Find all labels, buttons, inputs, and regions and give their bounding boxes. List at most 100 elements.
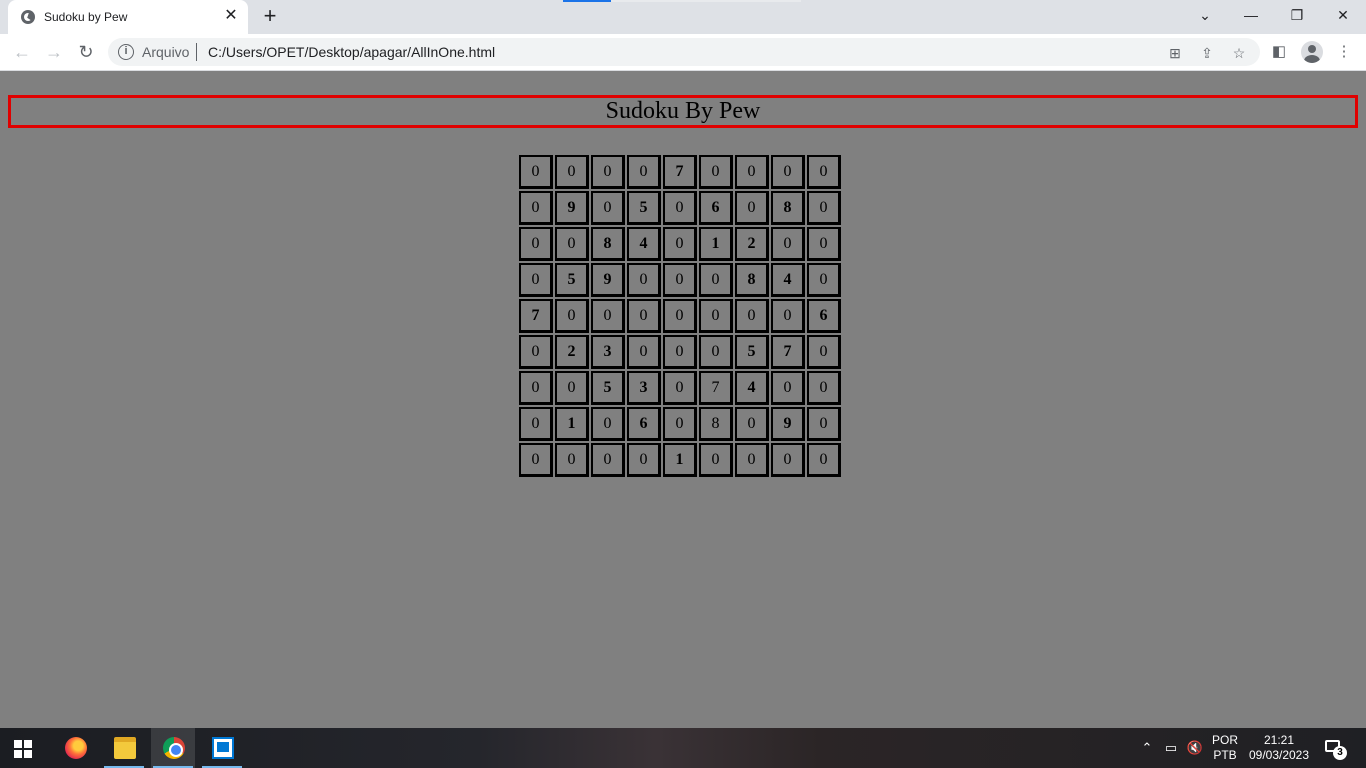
sudoku-cell[interactable]: 0	[627, 335, 661, 369]
sudoku-cell[interactable]: 1	[699, 227, 733, 261]
sudoku-cell[interactable]: 0	[663, 263, 697, 297]
sudoku-cell[interactable]: 0	[591, 299, 625, 333]
sudoku-cell[interactable]: 0	[735, 407, 769, 441]
sudoku-cell[interactable]: 0	[663, 227, 697, 261]
sudoku-cell[interactable]: 0	[771, 299, 805, 333]
sudoku-cell[interactable]: 1	[555, 407, 589, 441]
sudoku-cell[interactable]: 6	[627, 407, 661, 441]
sudoku-cell[interactable]: 7	[663, 155, 697, 189]
back-arrow-icon[interactable]: ←	[10, 40, 34, 64]
tab-search-icon[interactable]: ⌄	[1190, 2, 1220, 30]
sudoku-cell[interactable]: 8	[771, 191, 805, 225]
more-menu-icon[interactable]: ⋮	[1333, 41, 1355, 63]
network-icon[interactable]: ▭	[1162, 739, 1180, 757]
tab-close-icon[interactable]: ✕	[222, 7, 240, 25]
sudoku-cell[interactable]: 9	[771, 407, 805, 441]
sudoku-cell[interactable]: 0	[555, 371, 589, 405]
sudoku-cell[interactable]: 1	[663, 443, 697, 477]
sudoku-cell[interactable]: 0	[519, 407, 553, 441]
sudoku-cell[interactable]: 0	[735, 191, 769, 225]
sudoku-cell[interactable]: 4	[735, 371, 769, 405]
sudoku-cell[interactable]: 3	[591, 335, 625, 369]
sudoku-cell[interactable]: 0	[807, 443, 841, 477]
sudoku-cell[interactable]: 8	[699, 407, 733, 441]
sudoku-cell[interactable]: 0	[699, 155, 733, 189]
sudoku-cell[interactable]: 0	[771, 155, 805, 189]
sudoku-cell[interactable]: 5	[735, 335, 769, 369]
profile-avatar-icon[interactable]	[1301, 41, 1323, 63]
windows-start-icon[interactable]	[14, 740, 32, 758]
sudoku-cell[interactable]: 0	[771, 371, 805, 405]
sudoku-cell[interactable]: 0	[735, 155, 769, 189]
sudoku-cell[interactable]: 0	[519, 191, 553, 225]
reload-icon[interactable]: ↻	[74, 40, 98, 64]
sudoku-cell[interactable]: 0	[591, 191, 625, 225]
sudoku-cell[interactable]: 0	[627, 443, 661, 477]
sudoku-cell[interactable]: 0	[807, 335, 841, 369]
sudoku-cell[interactable]: 9	[591, 263, 625, 297]
sudoku-cell[interactable]: 0	[519, 263, 553, 297]
sudoku-cell[interactable]: 2	[735, 227, 769, 261]
sudoku-cell[interactable]: 0	[627, 155, 661, 189]
sudoku-cell[interactable]: 0	[555, 299, 589, 333]
sudoku-cell[interactable]: 4	[771, 263, 805, 297]
sudoku-cell[interactable]: 7	[519, 299, 553, 333]
sudoku-cell[interactable]: 8	[735, 263, 769, 297]
sudoku-cell[interactable]: 0	[735, 299, 769, 333]
sudoku-cell[interactable]: 0	[555, 227, 589, 261]
sudoku-cell[interactable]: 2	[555, 335, 589, 369]
forward-arrow-icon[interactable]: →	[42, 40, 66, 64]
sudoku-cell[interactable]: 3	[627, 371, 661, 405]
sudoku-cell[interactable]: 0	[807, 407, 841, 441]
sudoku-cell[interactable]: 8	[591, 227, 625, 261]
taskbar-file-explorer[interactable]	[102, 728, 146, 768]
input-language[interactable]: POR PTB	[1210, 733, 1240, 763]
taskbar-remote-desktop[interactable]	[200, 728, 244, 768]
sudoku-cell[interactable]: 0	[807, 191, 841, 225]
sudoku-cell[interactable]: 0	[807, 155, 841, 189]
sudoku-cell[interactable]: 0	[699, 443, 733, 477]
action-center-icon[interactable]: 3	[1323, 738, 1347, 760]
sudoku-cell[interactable]: 0	[771, 227, 805, 261]
sudoku-cell[interactable]: 0	[807, 263, 841, 297]
sudoku-cell[interactable]: 7	[771, 335, 805, 369]
sudoku-cell[interactable]: 5	[627, 191, 661, 225]
url-text[interactable]: C:/Users/OPET/Desktop/apagar/AllInOne.ht…	[208, 44, 495, 60]
info-icon[interactable]: i	[118, 44, 134, 60]
sudoku-cell[interactable]: 9	[555, 191, 589, 225]
restore-icon[interactable]: ❐	[1282, 2, 1312, 30]
sudoku-cell[interactable]: 0	[663, 335, 697, 369]
sudoku-cell[interactable]: 4	[627, 227, 661, 261]
share-icon[interactable]: ⇪	[1198, 44, 1216, 62]
sudoku-cell[interactable]: 0	[735, 443, 769, 477]
sudoku-cell[interactable]: 5	[555, 263, 589, 297]
sudoku-cell[interactable]: 0	[519, 371, 553, 405]
sudoku-cell[interactable]: 0	[663, 371, 697, 405]
sudoku-cell[interactable]: 6	[807, 299, 841, 333]
sudoku-cell[interactable]: 0	[663, 407, 697, 441]
taskbar-firefox[interactable]	[53, 728, 97, 768]
sudoku-cell[interactable]: 5	[591, 371, 625, 405]
sudoku-cell[interactable]: 0	[591, 407, 625, 441]
address-bar[interactable]: i Arquivo C:/Users/OPET/Desktop/apagar/A…	[108, 38, 1260, 66]
sudoku-cell[interactable]: 0	[519, 227, 553, 261]
sudoku-cell[interactable]: 0	[519, 335, 553, 369]
sudoku-cell[interactable]: 0	[807, 371, 841, 405]
sudoku-cell[interactable]: 7	[699, 371, 733, 405]
sudoku-cell[interactable]: 0	[663, 191, 697, 225]
sudoku-cell[interactable]: 0	[591, 155, 625, 189]
sudoku-cell[interactable]: 0	[699, 299, 733, 333]
bookmark-star-icon[interactable]: ☆	[1230, 44, 1248, 62]
sudoku-cell[interactable]: 6	[699, 191, 733, 225]
new-tab-button[interactable]: +	[258, 5, 282, 29]
sudoku-cell[interactable]: 0	[591, 443, 625, 477]
volume-muted-icon[interactable]: 🔇	[1186, 739, 1204, 757]
sudoku-cell[interactable]: 0	[519, 155, 553, 189]
sudoku-cell[interactable]: 0	[627, 299, 661, 333]
show-hidden-icons-chevron-icon[interactable]: ⌃	[1138, 739, 1156, 757]
browser-tab[interactable]: Sudoku by Pew ✕	[8, 0, 248, 34]
side-panel-icon[interactable]: ◧	[1268, 41, 1290, 63]
sudoku-cell[interactable]: 0	[519, 443, 553, 477]
translate-icon[interactable]: ⊞	[1166, 44, 1184, 62]
sudoku-cell[interactable]: 0	[807, 227, 841, 261]
